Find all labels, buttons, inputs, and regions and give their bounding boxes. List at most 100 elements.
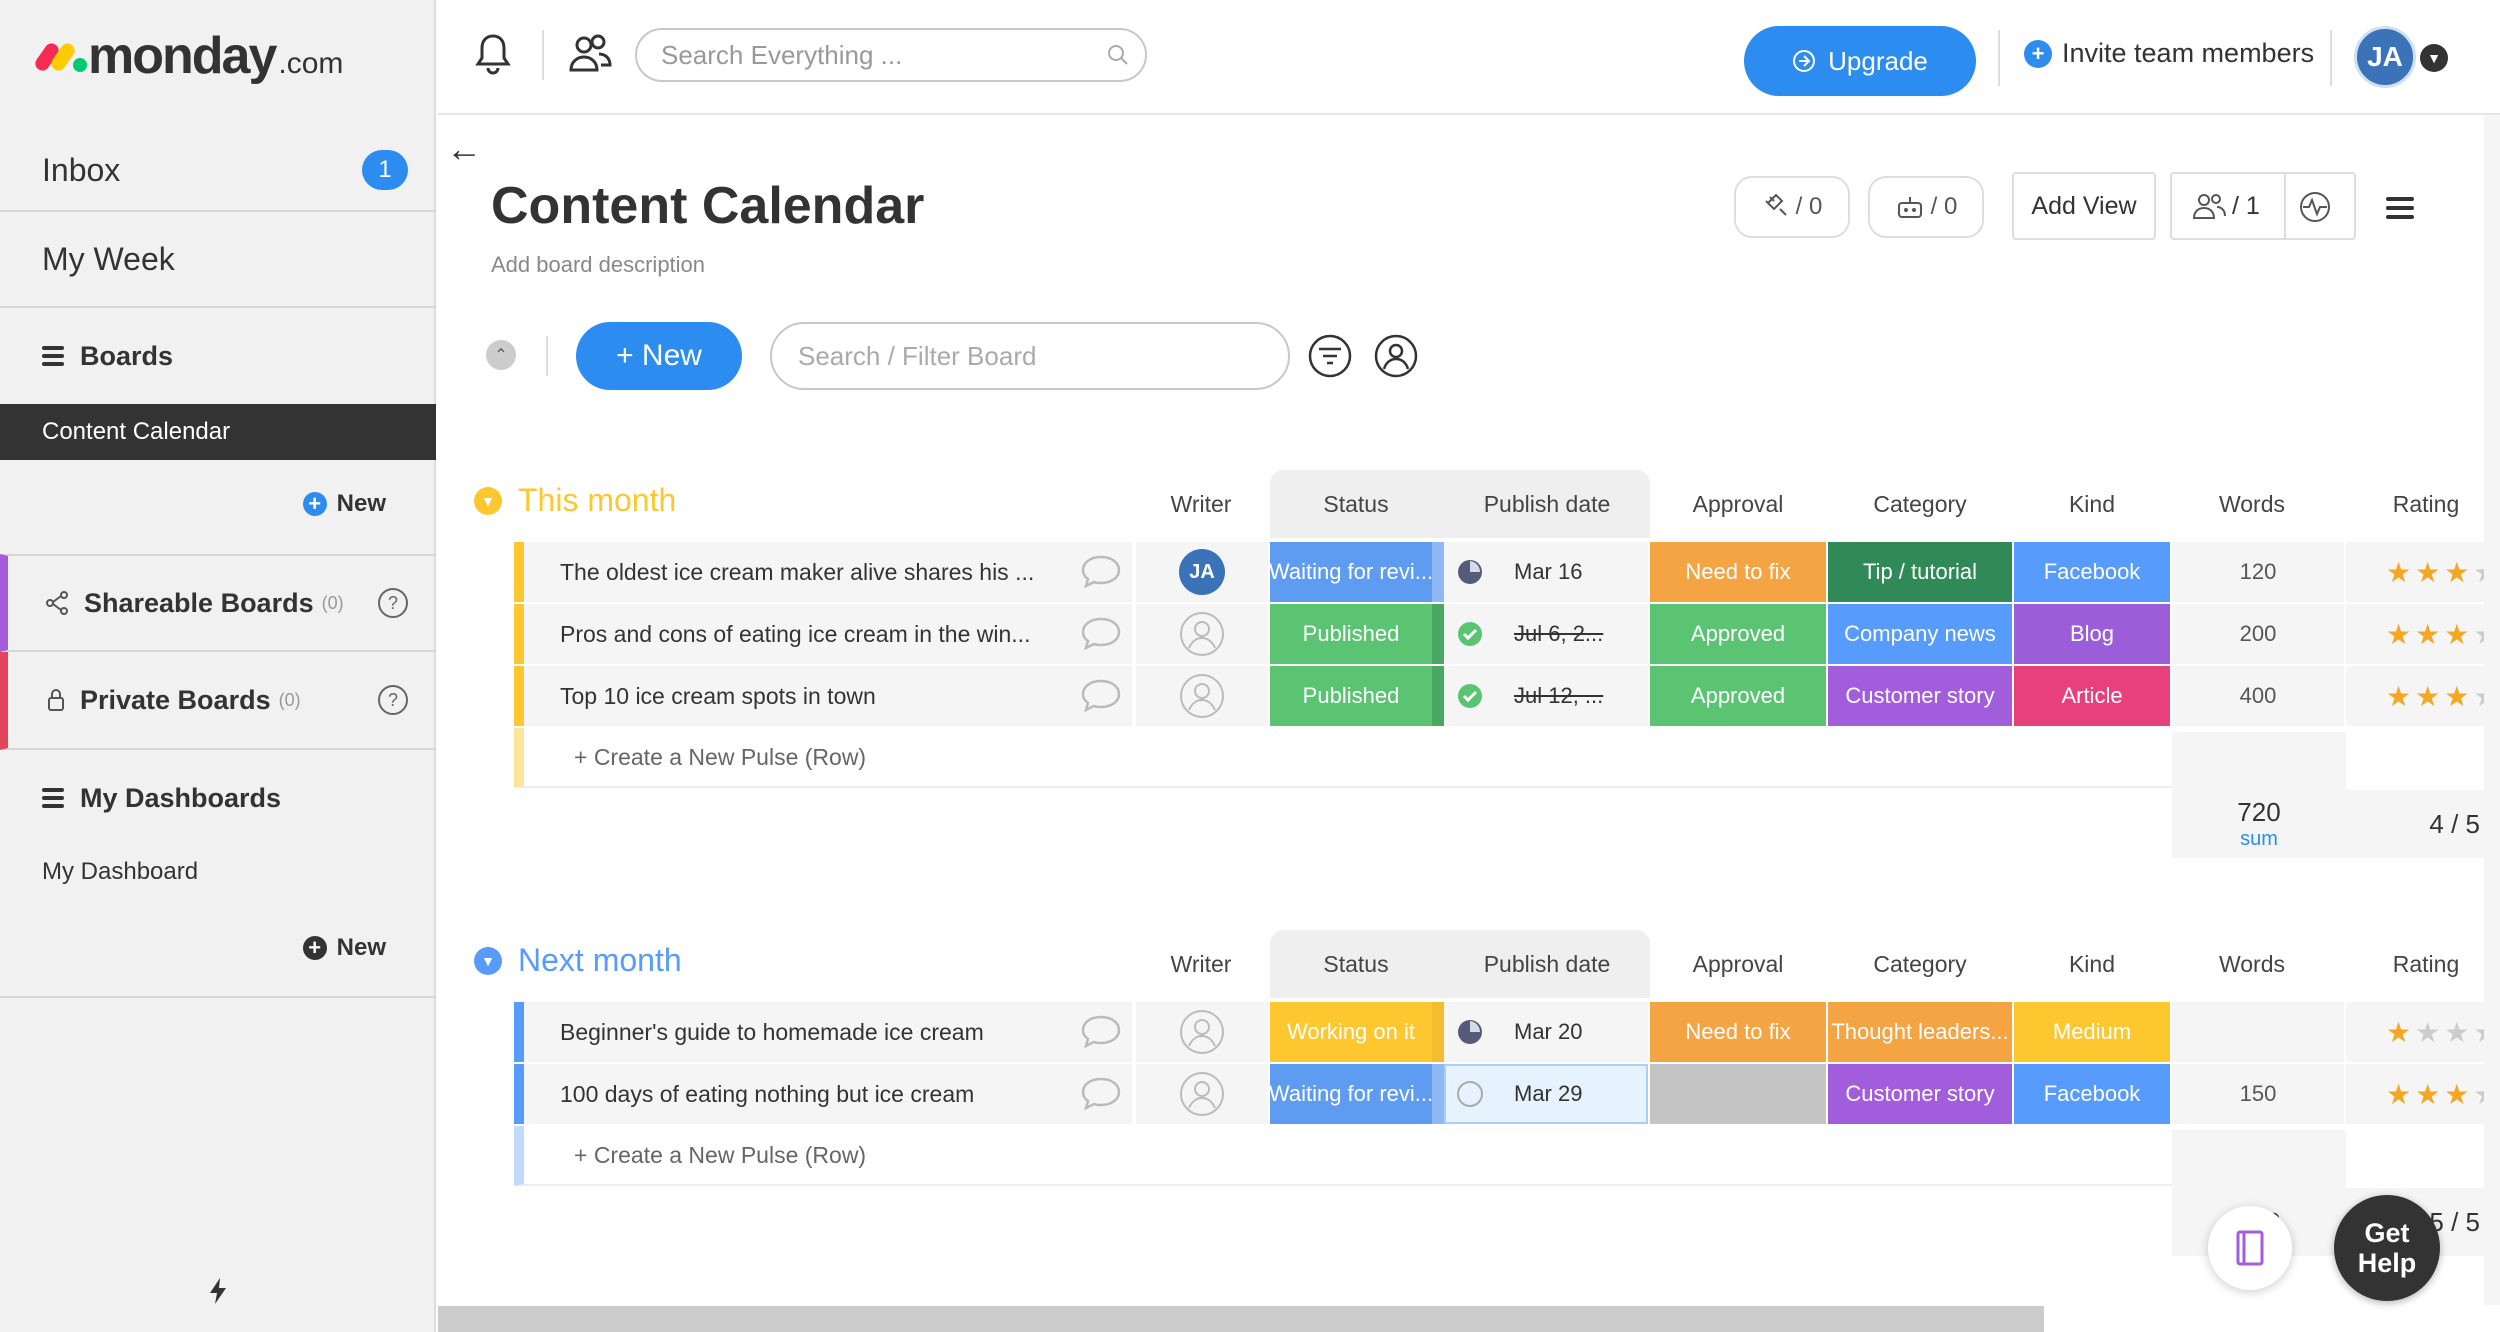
group-toggle-icon[interactable]: ▼	[474, 486, 502, 515]
table-row[interactable]: The oldest ice cream maker alive shares …	[514, 542, 2500, 602]
kind-cell[interactable]: Medium	[2014, 1002, 2172, 1062]
automations-button[interactable]: / 0	[1868, 176, 1984, 238]
item-name[interactable]: 100 days of eating nothing but ice cream	[514, 1064, 1134, 1124]
words-cell[interactable]: 200	[2172, 604, 2346, 664]
rating-cell[interactable]: ★★★★★	[2346, 604, 2500, 664]
comment-icon[interactable]	[1080, 554, 1122, 588]
integrations-button[interactable]: / 0	[1734, 176, 1850, 238]
approval-cell[interactable]: Approved	[1650, 666, 1828, 726]
status-cell[interactable]: Published	[1270, 666, 1444, 726]
approval-cell[interactable]: Approved	[1650, 604, 1828, 664]
chevron-down-icon[interactable]: ▼	[2420, 44, 2448, 72]
category-cell[interactable]: Customer story	[1828, 1064, 2014, 1124]
create-row-input[interactable]: + Create a New Pulse (Row)	[514, 728, 2174, 788]
invite-members-button[interactable]: + Invite team members	[2024, 38, 2314, 69]
bell-icon[interactable]	[474, 32, 512, 76]
publish-date-cell[interactable]: Jul 12, ...	[1444, 666, 1650, 726]
rating-stars[interactable]: ★★★★★	[2386, 680, 2500, 713]
item-name[interactable]: Pros and cons of eating ice cream in the…	[514, 604, 1134, 664]
board-description[interactable]: Add board description	[491, 252, 705, 278]
column-header-date[interactable]: Publish date	[1444, 470, 1650, 538]
kind-cell[interactable]: Facebook	[2014, 542, 2172, 602]
publish-date-cell[interactable]: Mar 20	[1444, 1002, 1650, 1062]
back-arrow-icon[interactable]: ←	[446, 128, 482, 170]
activity-icon[interactable]	[2298, 190, 2332, 224]
sidebar-item-inbox[interactable]: Inbox 1	[0, 130, 436, 212]
publish-date-cell[interactable]: Mar 16	[1444, 542, 1650, 602]
column-header-status[interactable]: Status	[1270, 470, 1442, 538]
words-cell[interactable]: 120	[2172, 542, 2346, 602]
new-board-button[interactable]: + New	[302, 490, 386, 518]
table-row[interactable]: Beginner's guide to homemade ice cream Wo…	[514, 1002, 2500, 1062]
rating-cell[interactable]: ★★★★★	[2346, 666, 2500, 726]
category-cell[interactable]: Company news	[1828, 604, 2014, 664]
column-header-writer[interactable]: Writer	[1136, 470, 1266, 538]
table-row[interactable]: 100 days of eating nothing but ice cream…	[514, 1064, 2500, 1124]
members-button[interactable]: / 1	[2170, 172, 2356, 240]
menu-icon[interactable]	[2386, 192, 2414, 224]
writer-cell[interactable]	[1136, 1002, 1270, 1062]
item-name[interactable]: Beginner's guide to homemade ice cream	[514, 1002, 1134, 1062]
item-name[interactable]: The oldest ice cream maker alive shares …	[514, 542, 1134, 602]
create-row-input[interactable]: + Create a New Pulse (Row)	[514, 1126, 2174, 1186]
status-cell[interactable]: Waiting for revi...	[1270, 542, 1444, 602]
column-header-category[interactable]: Category	[1828, 930, 2012, 998]
board-filter-input[interactable]: Search / Filter Board	[770, 322, 1290, 390]
page-title[interactable]: Content Calendar	[491, 176, 924, 236]
column-header-rating[interactable]: Rating	[2346, 930, 2500, 998]
category-cell[interactable]: Thought leaders...	[1828, 1002, 2014, 1062]
book-button[interactable]	[2208, 1206, 2292, 1290]
lightning-icon[interactable]	[208, 1278, 228, 1304]
get-help-button[interactable]: Get Help	[2334, 1195, 2440, 1301]
table-row[interactable]: Top 10 ice cream spots in town Published J…	[514, 666, 2500, 726]
kind-cell[interactable]: Blog	[2014, 604, 2172, 664]
global-search-input[interactable]: Search Everything ...	[635, 28, 1147, 82]
people-icon[interactable]	[568, 32, 612, 76]
rating-cell[interactable]: ★★★★★	[2346, 542, 2500, 602]
item-name[interactable]: Top 10 ice cream spots in town	[514, 666, 1134, 726]
rating-stars[interactable]: ★★★★★	[2386, 1078, 2500, 1111]
column-header-rating[interactable]: Rating	[2346, 470, 2500, 538]
comment-icon[interactable]	[1080, 1076, 1122, 1110]
column-header-words[interactable]: Words	[2172, 930, 2332, 998]
column-header-date[interactable]: Publish date	[1444, 930, 1650, 998]
rating-cell[interactable]: ★★★★★	[2346, 1064, 2500, 1124]
sidebar-section-boards[interactable]: Boards	[0, 308, 436, 404]
rating-stars[interactable]: ★★★★★	[2386, 618, 2500, 651]
sidebar-section-dashboards[interactable]: My Dashboards	[0, 750, 436, 846]
words-cell[interactable]: 400	[2172, 666, 2346, 726]
logo[interactable]: monday .com	[32, 26, 343, 86]
words-cell[interactable]	[2172, 1002, 2346, 1062]
group-title[interactable]: ▼ This month	[474, 482, 676, 519]
approval-cell[interactable]: Need to fix	[1650, 542, 1828, 602]
status-cell[interactable]: Waiting for revi...	[1270, 1064, 1444, 1124]
kind-cell[interactable]: Facebook	[2014, 1064, 2172, 1124]
person-filter-icon[interactable]	[1374, 334, 1418, 378]
column-header-category[interactable]: Category	[1828, 470, 2012, 538]
words-sum[interactable]: 720 sum	[2172, 732, 2346, 858]
sidebar-section-private[interactable]: Private Boards (0) ?	[0, 652, 436, 750]
add-view-button[interactable]: Add View	[2012, 172, 2156, 240]
help-icon[interactable]: ?	[378, 685, 408, 715]
group-toggle-icon[interactable]: ▼	[474, 946, 502, 975]
vertical-scrollbar[interactable]	[2484, 115, 2500, 1305]
writer-cell[interactable]	[1136, 604, 1270, 664]
column-header-kind[interactable]: Kind	[2014, 930, 2170, 998]
category-cell[interactable]: Tip / tutorial	[1828, 542, 2014, 602]
approval-cell[interactable]	[1650, 1064, 1828, 1124]
rating-stars[interactable]: ★★★★★	[2386, 1016, 2500, 1049]
column-header-writer[interactable]: Writer	[1136, 930, 1266, 998]
sidebar-item-my-dashboard[interactable]: My Dashboard	[42, 858, 198, 886]
status-cell[interactable]: Working on it	[1270, 1002, 1444, 1062]
upgrade-button[interactable]: Upgrade	[1744, 26, 1976, 96]
column-header-status[interactable]: Status	[1270, 930, 1442, 998]
column-header-approval[interactable]: Approval	[1650, 470, 1826, 538]
user-avatar[interactable]: JA	[2354, 26, 2416, 88]
publish-date-cell[interactable]: Mar 29	[1444, 1064, 1650, 1124]
table-row[interactable]: Pros and cons of eating ice cream in the…	[514, 604, 2500, 664]
status-cell[interactable]: Published	[1270, 604, 1444, 664]
help-icon[interactable]: ?	[378, 588, 408, 618]
sidebar-item-my-week[interactable]: My Week	[0, 212, 436, 308]
group-title[interactable]: ▼ Next month	[474, 942, 682, 979]
kind-cell[interactable]: Article	[2014, 666, 2172, 726]
